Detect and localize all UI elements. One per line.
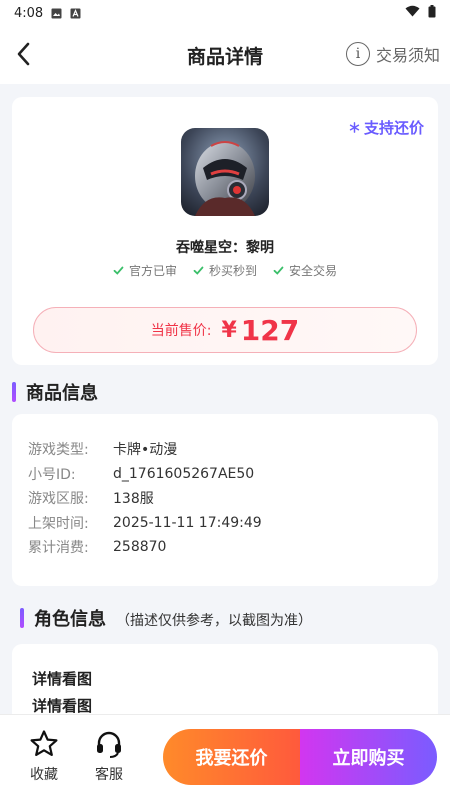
- bargain-support-label: 支持还价: [363, 119, 424, 137]
- chevron-left-icon: [17, 42, 30, 66]
- product-card: 支持还价 吞噬星空：黎明 官方已审 秒买秒到 安全交易 当前售价: ¥ 127: [12, 97, 438, 365]
- role-info-card: 详情看图 详情看图: [12, 644, 438, 714]
- game-name: 吞噬星空：黎明: [176, 240, 274, 256]
- page-title: 商品详情: [186, 45, 263, 68]
- role-info-header: 角色信息 （描述仅供参考，以截图为准）: [20, 605, 312, 631]
- action-button-group: 我要还价 立即购买: [163, 729, 437, 785]
- battery-icon: [428, 4, 436, 22]
- info-row-total-spend: 累计消费: 258870: [28, 535, 438, 560]
- info-key: 累计消费:: [28, 540, 89, 557]
- info-value: 138服: [113, 491, 154, 508]
- check-icon: [273, 266, 284, 275]
- section-title: 角色信息: [34, 609, 106, 630]
- trade-notice-label: 交易须知: [375, 46, 440, 65]
- info-key: 游戏类型:: [28, 442, 89, 459]
- info-icon: i: [345, 42, 370, 66]
- star-icon: [30, 730, 58, 756]
- trade-notice-button[interactable]: i 交易须知: [345, 42, 440, 66]
- status-bar: 4:08: [0, 0, 450, 26]
- price-label: 当前售价:: [150, 323, 212, 339]
- guarantee-label: 安全交易: [289, 264, 338, 278]
- wifi-icon: [405, 5, 420, 21]
- section-accent-bar: [12, 382, 16, 402]
- current-price-box: 当前售价: ¥ 127: [33, 307, 417, 353]
- customer-service-label: 客服: [95, 767, 123, 783]
- guarantee-list: 官方已审 秒买秒到 安全交易: [12, 262, 438, 279]
- bargain-button[interactable]: 我要还价: [163, 729, 300, 785]
- info-key: 小号ID:: [28, 466, 76, 483]
- section-subtitle: （描述仅供参考，以截图为准）: [116, 613, 312, 629]
- product-info-header: 商品信息: [12, 379, 98, 405]
- info-row-server: 游戏区服: 138服: [28, 486, 438, 511]
- guarantee-official: 官方已审: [113, 262, 177, 279]
- buy-now-button[interactable]: 立即购买: [300, 729, 437, 785]
- detail-text: 详情看图: [32, 697, 93, 714]
- info-value: 2025-11-11 17:49:49: [113, 514, 262, 531]
- guarantee-label: 秒买秒到: [208, 264, 257, 278]
- guarantee-label: 官方已审: [128, 264, 177, 278]
- section-accent-bar: [20, 608, 24, 628]
- top-nav-bar: 商品详情 i 交易须知: [0, 26, 450, 84]
- main-content[interactable]: 支持还价 吞噬星空：黎明 官方已审 秒买秒到 安全交易 当前售价: ¥ 127 …: [0, 84, 450, 714]
- guarantee-safe: 安全交易: [273, 262, 337, 279]
- customer-service-button[interactable]: 客服: [84, 729, 134, 784]
- detail-title: 详情看图: [32, 670, 93, 688]
- guarantee-instant: 秒买秒到: [193, 262, 257, 279]
- info-row-account-id: 小号ID: d_1761605267AE50: [28, 462, 438, 487]
- info-row-listed-time: 上架时间: 2025-11-11 17:49:49: [28, 511, 438, 536]
- section-title: 商品信息: [26, 383, 98, 404]
- headset-icon: [97, 731, 121, 758]
- favorite-button[interactable]: 收藏: [19, 729, 69, 784]
- game-icon: [181, 128, 269, 216]
- back-button[interactable]: [10, 40, 36, 68]
- bargain-support-tag[interactable]: 支持还价: [349, 117, 424, 138]
- info-key: 上架时间:: [28, 515, 89, 532]
- snowflake-icon: [349, 119, 360, 137]
- product-info-card: 游戏类型: 卡牌•动漫 小号ID: d_1761605267AE50 游戏区服:…: [12, 414, 438, 586]
- info-key: 游戏区服:: [28, 491, 89, 508]
- currency-symbol: ¥: [221, 317, 237, 343]
- image-notification-icon: [51, 8, 62, 19]
- check-icon: [193, 266, 204, 275]
- info-row-game-type: 游戏类型: 卡牌•动漫: [28, 437, 438, 462]
- price-value: 127: [240, 313, 300, 347]
- info-value: 258870: [113, 539, 167, 556]
- favorite-label: 收藏: [30, 767, 58, 783]
- app-notification-icon: [70, 8, 81, 19]
- info-value: d_1761605267AE50: [113, 465, 255, 482]
- bottom-action-bar: 收藏 客服 我要还价 立即购买: [0, 714, 450, 800]
- status-time: 4:08: [14, 5, 44, 21]
- check-icon: [113, 266, 124, 275]
- info-value: 卡牌•动漫: [113, 442, 178, 459]
